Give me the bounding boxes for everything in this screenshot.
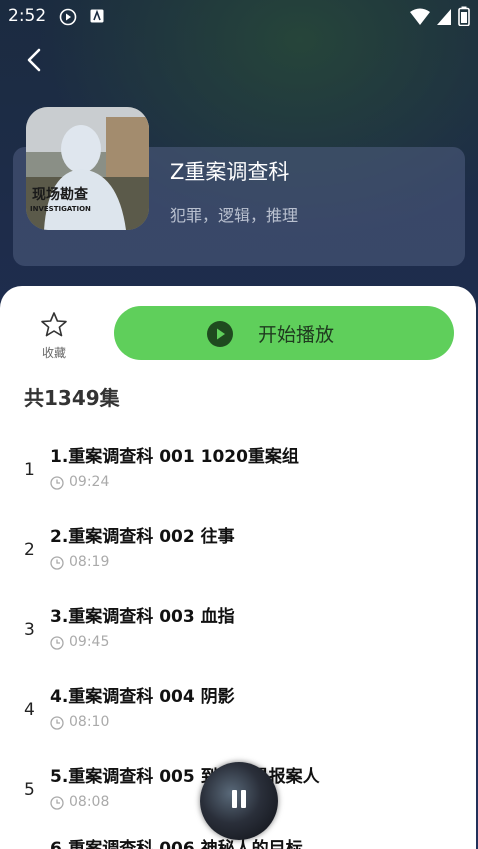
album-tags: 犯罪，逻辑，推理 [170, 206, 299, 225]
episode-title: 4.重案调查科 004 阴影 [50, 687, 235, 707]
episode-duration: 08:08 [69, 794, 110, 810]
play-circle-icon [207, 321, 233, 347]
mini-player-disc[interactable] [200, 762, 278, 840]
episode-duration: 08:19 [69, 554, 110, 570]
cover-text-title: 现场勘查 [32, 186, 89, 203]
episode-title: 2.重案调查科 002 往事 [50, 527, 235, 547]
episode-duration: 09:24 [69, 474, 110, 490]
status-time: 2:52 [8, 6, 47, 26]
album-cover: 现场勘查 INVESTIGATION [26, 107, 149, 230]
clock-icon [50, 796, 64, 810]
start-play-label: 开始播放 [258, 324, 335, 346]
episode-title: 1.重案调查科 001 1020重案组 [50, 447, 299, 467]
episode-duration: 08:10 [69, 714, 110, 730]
notification-icon [89, 8, 105, 28]
episode-title: 6.重案调查科 006 神秘人的目标 [50, 839, 303, 849]
episode-item[interactable]: 1 1.重案调查科 001 1020重案组 09:24 [0, 438, 476, 518]
wifi-icon [409, 8, 431, 30]
signal-icon [436, 8, 452, 30]
clock-icon [50, 476, 64, 490]
media-icon [59, 8, 77, 30]
episode-index: 3 [24, 620, 35, 640]
episode-item[interactable]: 2 2.重案调查科 002 往事 08:19 [0, 518, 476, 598]
pause-icon [230, 790, 248, 812]
favorite-button[interactable]: 收藏 [36, 308, 72, 363]
episode-item[interactable]: 4 4.重案调查科 004 阴影 08:10 [0, 678, 476, 758]
status-bar: 2:52 [0, 0, 478, 32]
chevron-left-icon [27, 48, 41, 72]
start-play-button[interactable]: 开始播放 [114, 306, 454, 360]
star-icon [41, 312, 67, 337]
clock-icon [50, 716, 64, 730]
episode-title: 5.重案调查科 005 到底谁是报案人 [50, 767, 320, 787]
album-title: Z重案调查科 [170, 160, 290, 184]
episode-index: 1 [24, 460, 35, 480]
cover-text-subtitle: INVESTIGATION [30, 205, 91, 213]
episode-title: 3.重案调查科 003 血指 [50, 607, 235, 627]
clock-icon [50, 636, 64, 650]
favorite-label: 收藏 [41, 346, 66, 360]
back-button[interactable] [22, 44, 52, 76]
episode-index: 4 [24, 700, 35, 720]
episode-duration: 09:45 [69, 634, 110, 650]
clock-icon [50, 556, 64, 570]
episode-count: 共1349集 [24, 386, 120, 410]
battery-icon [458, 6, 470, 30]
episode-index: 2 [24, 540, 35, 560]
episode-item[interactable]: 3 3.重案调查科 003 血指 09:45 [0, 598, 476, 678]
episode-index: 5 [24, 780, 35, 800]
